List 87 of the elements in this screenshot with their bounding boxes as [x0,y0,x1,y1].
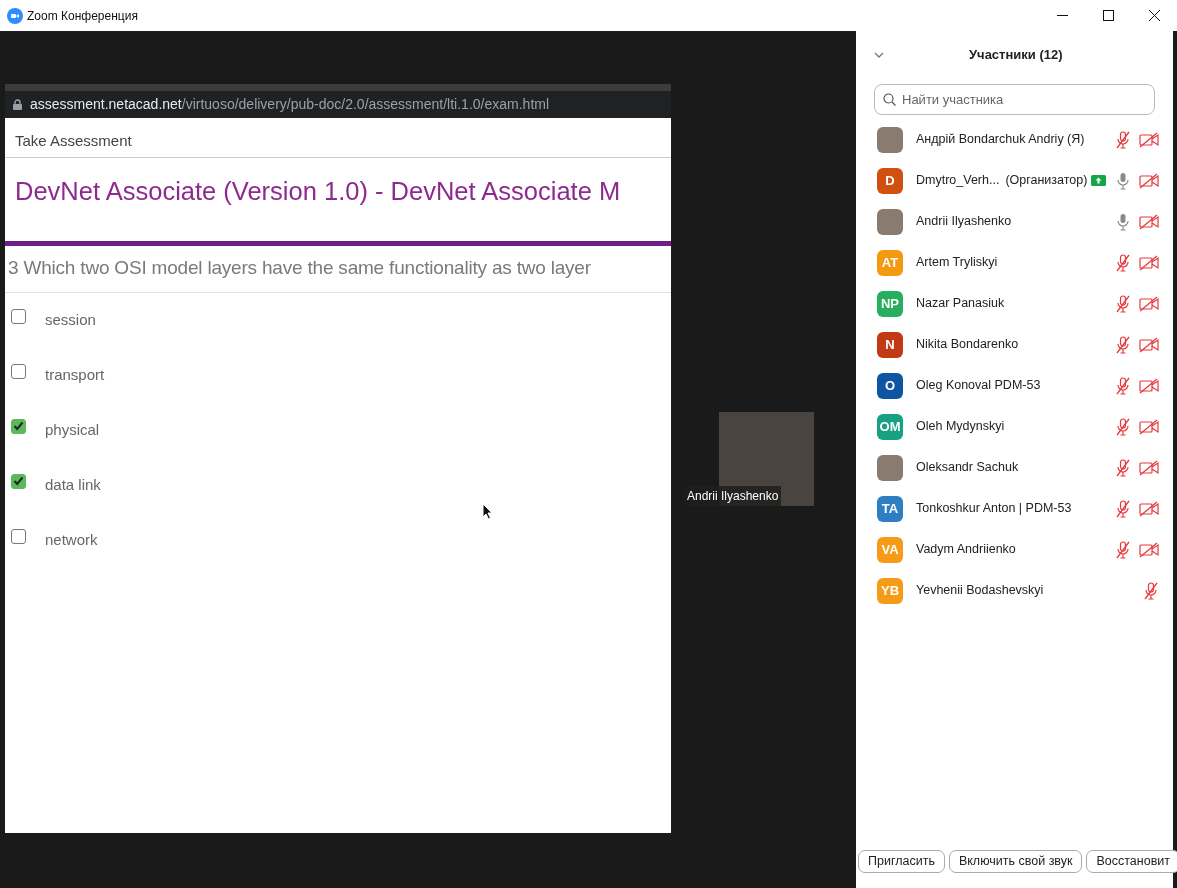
muted-microphone-icon[interactable] [1115,253,1131,272]
checkbox[interactable] [11,363,26,379]
participant-name: Dmytro_Verh... [916,172,1000,190]
participant-row[interactable]: VA Vadym Andriienko [856,529,1173,570]
muted-microphone-icon[interactable] [1115,458,1131,477]
microphone-icon[interactable] [1115,212,1131,231]
avatar-initials: TA [877,495,903,522]
participant-name: Oleg Konoval PDM-53 [916,377,1041,395]
video-off-icon[interactable] [1139,459,1159,476]
participant-name-label: Andrii Ilyashenko [684,486,782,506]
muted-microphone-icon[interactable] [1115,376,1131,395]
video-off-icon[interactable] [1139,172,1159,189]
participant-row[interactable]: AT Artem Tryliskyi [856,242,1173,283]
video-off-icon[interactable] [1139,377,1159,394]
participant-row[interactable]: O Oleg Konoval PDM-53 [856,365,1173,406]
avatar-initials: AT [877,249,903,276]
participant-name: Tonkoshkur Anton | PDM-53 [916,500,1072,518]
muted-microphone-icon[interactable] [1143,581,1159,600]
url-text[interactable]: assessment.netacad.net/virtuoso/delivery/pub-doc/2.0/assessment/lti.1.0/exam.html [30,94,550,115]
participant-name: Oleksandr Sachuk [916,459,1019,477]
question-text: 3 Which two OSI model layers have the same functionality as two layer [8,256,591,278]
video-off-icon[interactable] [1139,500,1159,517]
muted-microphone-icon[interactable] [1115,540,1131,559]
avatar-photo-placeholder [877,208,903,235]
microphone-icon[interactable] [1115,171,1131,190]
checkbox[interactable] [11,418,26,434]
cursor-icon [482,503,493,520]
page-header: Take Assessment [5,118,671,158]
participant-role: (Организатор) [1005,172,1088,190]
video-off-icon[interactable] [1139,213,1159,230]
option-label: session [45,309,96,330]
app-logo-icon [7,7,23,24]
muted-microphone-icon[interactable] [1115,294,1131,313]
muted-microphone-icon[interactable] [1115,417,1131,436]
avatar-photo-placeholder [877,454,903,481]
panel-button[interactable]: Пригласить [858,850,945,873]
avatar-initials: O [877,372,903,399]
muted-microphone-icon[interactable] [1115,130,1131,149]
participant-name: Nazar Panasiuk [916,295,1005,313]
muted-microphone-icon[interactable] [1115,499,1131,518]
avatar-photo-placeholder [877,126,903,153]
checkbox[interactable] [11,473,26,489]
participant-row[interactable]: OM Oleh Mydynskyi [856,406,1173,447]
avatar-initials: D [877,167,903,194]
participant-name: Vadym Andriienko [916,541,1016,559]
avatar-initials: YB [877,577,903,604]
close-icon [1148,10,1160,21]
muted-microphone-icon[interactable] [1115,335,1131,354]
video-off-icon[interactable] [1139,541,1159,558]
option-label: transport [45,364,105,385]
participant-row[interactable]: NP Nazar Panasiuk [856,283,1173,324]
video-off-icon[interactable] [1139,336,1159,353]
checkbox[interactable] [11,308,26,324]
participant-name: Oleh Mydynskyi [916,418,1005,436]
window-title: Zoom Конференция [27,7,138,25]
participant-name: Artem Tryliskyi [916,254,998,272]
participant-name: Nikita Bondarenko [916,336,1019,354]
panel-button[interactable]: Включить свой звук [948,850,1083,873]
participant-row[interactable]: N Nikita Bondarenko [856,324,1173,365]
option-label: data link [45,474,101,495]
video-off-icon[interactable] [1139,295,1159,312]
lock-icon [13,99,22,110]
panel-button[interactable]: Восстановит [1086,850,1177,873]
avatar-initials: VA [877,536,903,563]
participant-row[interactable]: YB Yevhenii Bodashevskyi [856,570,1173,611]
participant-name: Andrii Ilyashenko [916,213,1012,231]
participant-row[interactable]: Andrii Ilyashenko [856,201,1173,242]
participant-row[interactable]: D Dmytro_Verh... (Организатор) [856,160,1173,201]
participant-row[interactable]: TA Tonkoshkur Anton | PDM-53 [856,488,1173,529]
video-off-icon[interactable] [1139,131,1159,148]
chevron-down-icon[interactable] [874,51,884,58]
video-off-icon[interactable] [1139,254,1159,271]
panel-title: Участники (12) [969,45,1063,64]
maximize-icon [1102,10,1114,21]
video-off-icon[interactable] [1139,418,1159,435]
option-label: network [45,529,98,550]
search-field[interactable]: Найти участника [874,84,1155,115]
checkbox[interactable] [11,528,26,544]
participant-row[interactable]: Андрій Bondarchuk Andriy (Я) [856,119,1173,160]
participant-name: Андрій Bondarchuk Andriy (Я) [916,131,1085,149]
participant-row[interactable]: Oleksandr Sachuk [856,447,1173,488]
avatar-initials: NP [877,290,903,317]
avatar-initials: N [877,331,903,358]
exam-title: DevNet Associate (Version 1.0) - DevNet Associate M [15,176,621,205]
participant-name: Yevhenii Bodashevskyi [916,582,1044,600]
option-label: physical [45,419,100,440]
avatar-initials: OM [877,413,903,440]
